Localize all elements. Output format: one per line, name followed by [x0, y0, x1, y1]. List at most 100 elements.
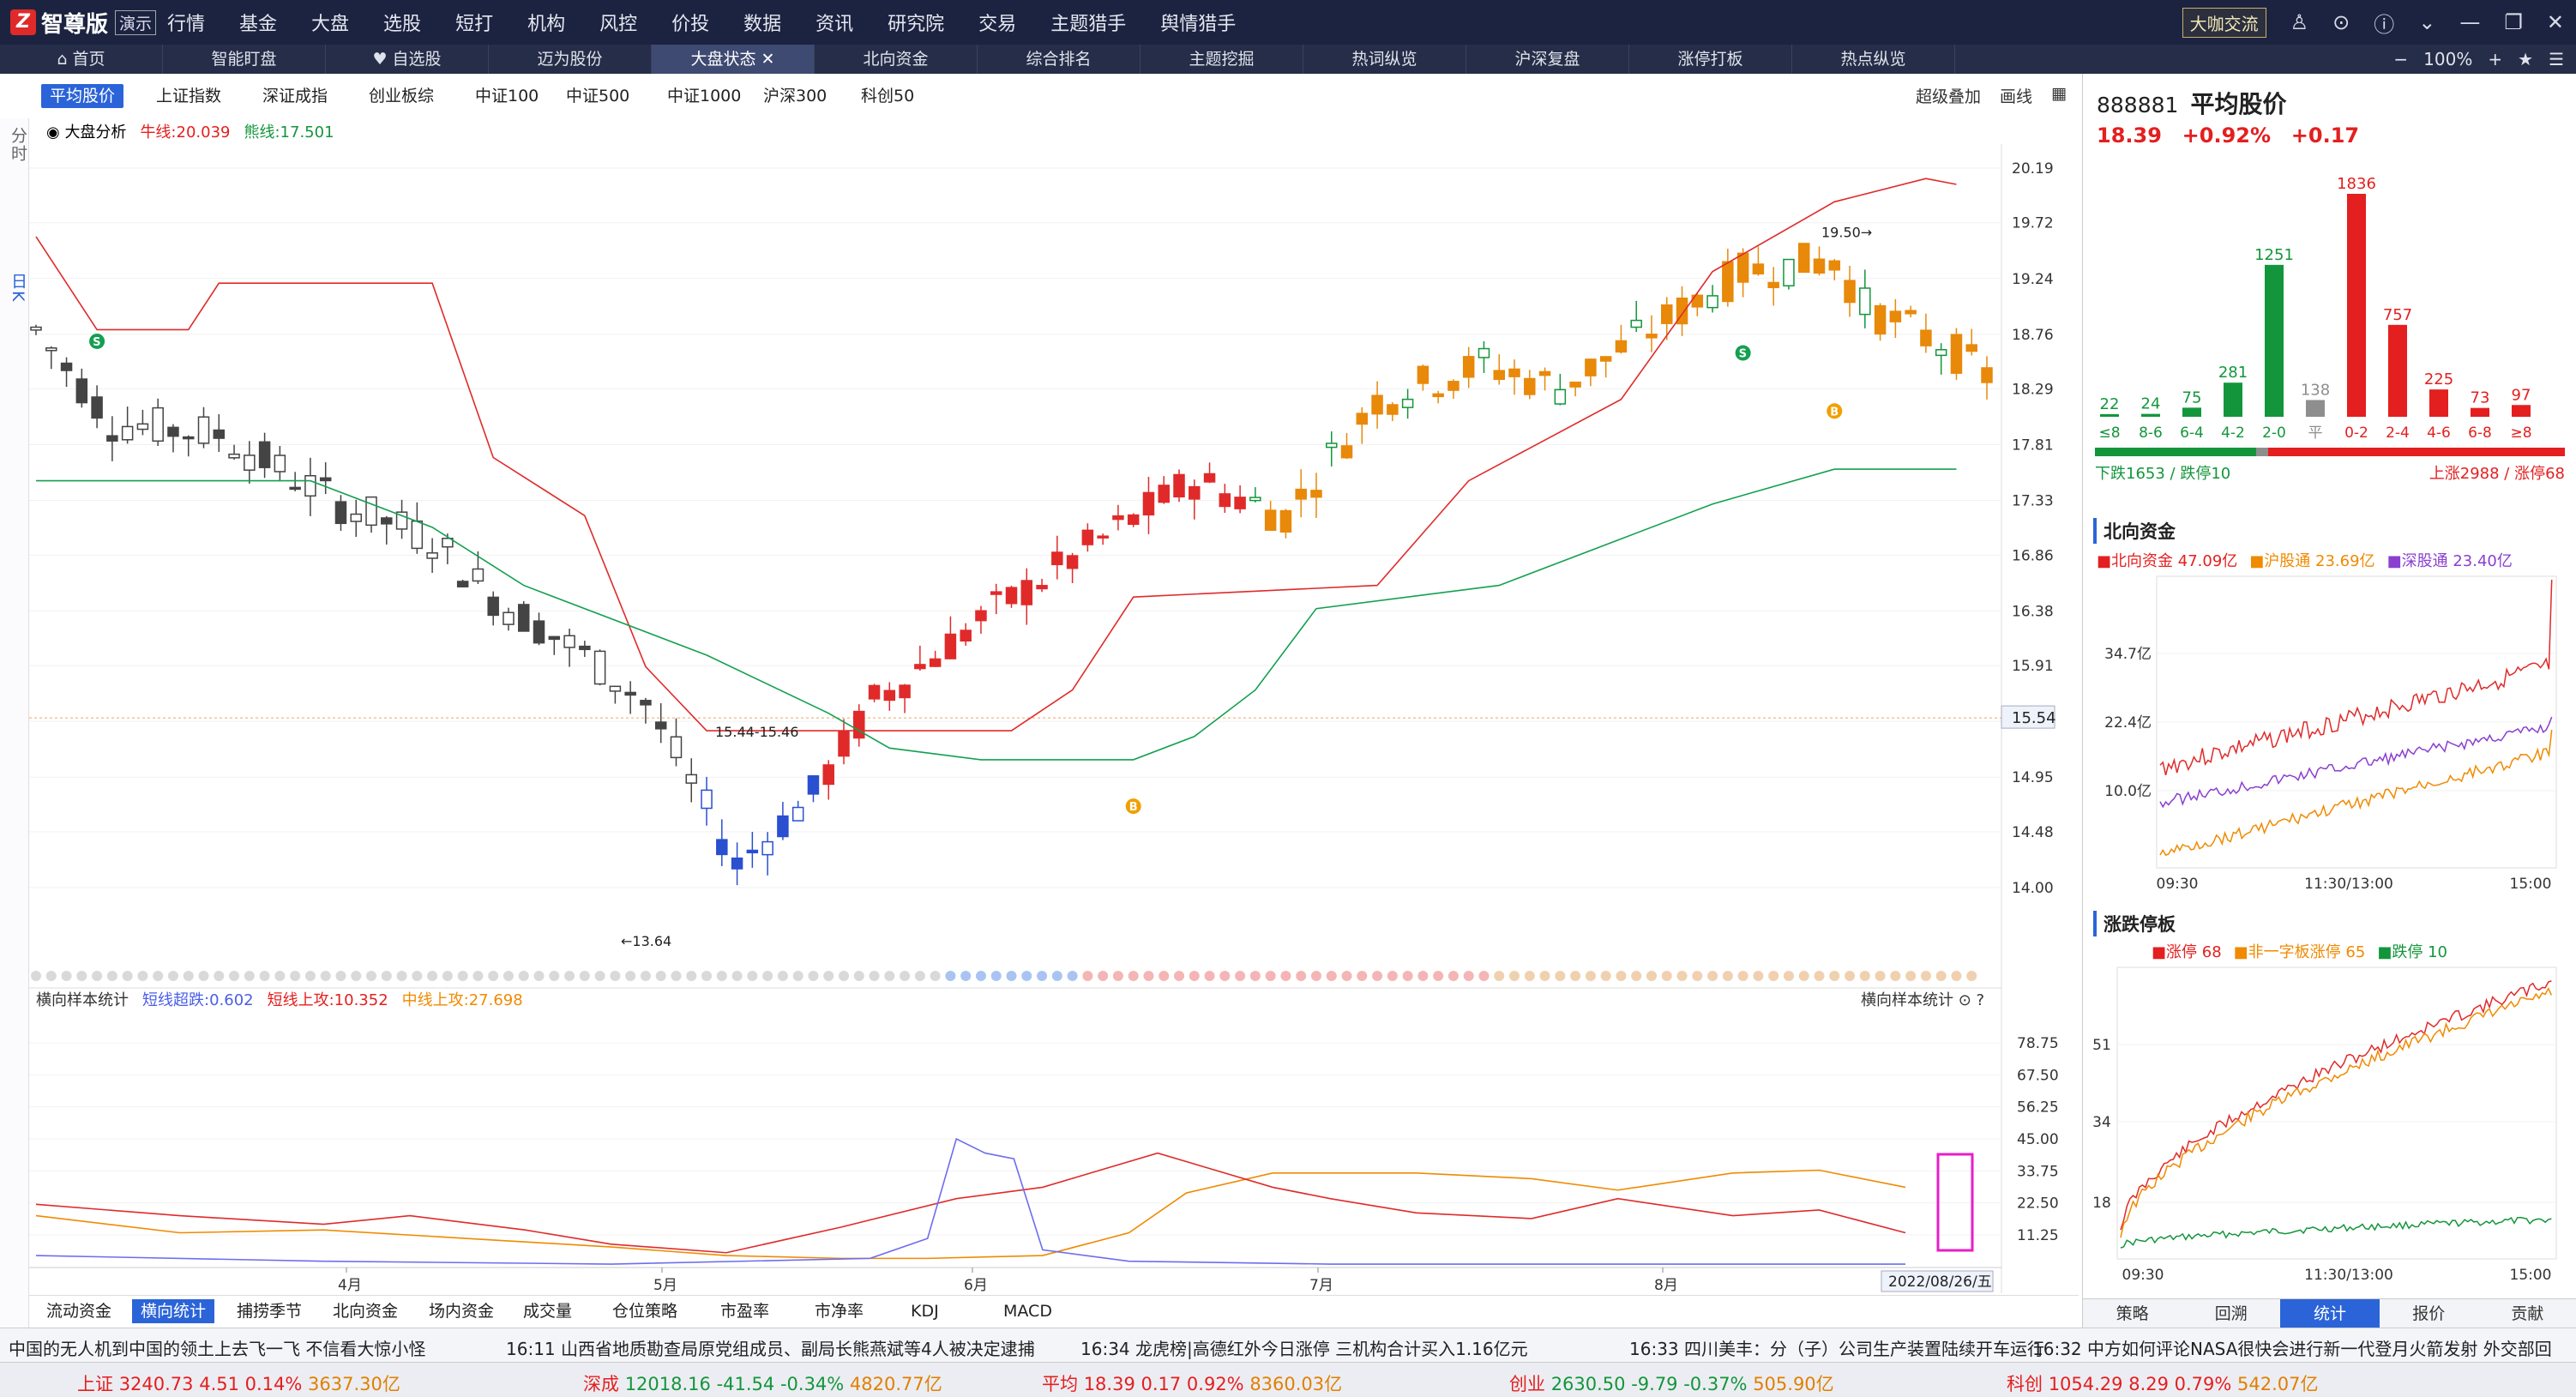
dist-label: 8-6	[2139, 425, 2163, 442]
user-icon[interactable]: ♙	[2290, 10, 2309, 34]
indicator-tab[interactable]: 捕捞季节	[228, 1299, 310, 1323]
tab-item[interactable]: 涨停打板	[1629, 45, 1792, 74]
status-dot	[1082, 971, 1093, 981]
news-item[interactable]: 16:33 四川美丰：分（子）公司生产装置陆续开车运行	[1629, 1335, 2044, 1360]
exchange-button[interactable]: 大咖交流	[2182, 7, 2266, 38]
index-tab[interactable]: 平均股价	[41, 84, 124, 108]
right-tab[interactable]: 回溯	[2182, 1299, 2280, 1328]
candle-body	[761, 840, 773, 856]
main-menu-item[interactable]: 机构	[527, 9, 565, 36]
tab-item[interactable]: 主题挖掘	[1141, 45, 1303, 74]
stock-name: 平均股价	[2190, 90, 2287, 118]
right-tab[interactable]: 策略	[2083, 1299, 2182, 1328]
info-icon[interactable]: ⓘ	[2374, 8, 2394, 38]
overlay-button[interactable]: 超级叠加	[1916, 84, 1981, 107]
main-menu-item[interactable]: 主题猎手	[1050, 9, 1126, 36]
main-menu-item[interactable]: 大盘	[311, 9, 349, 36]
indicator-tab[interactable]: 流动资金	[38, 1299, 120, 1323]
main-menu-item[interactable]: 行情	[167, 9, 205, 36]
collapse-icon[interactable]: ⌄	[2418, 10, 2435, 34]
indicator-tab[interactable]: 横向统计	[132, 1299, 215, 1323]
index-tab[interactable]: 中证500	[557, 84, 638, 108]
tab-item[interactable]: ♥ 自选股	[326, 45, 489, 74]
right-tab[interactable]: 报价	[2380, 1299, 2478, 1328]
index-tab[interactable]: 沪深300	[755, 84, 835, 108]
indicator-tab[interactable]: 市净率	[806, 1299, 872, 1323]
candle-body	[350, 513, 362, 522]
indicator-tab[interactable]: 成交量	[515, 1299, 581, 1323]
index-tab[interactable]: 科创50	[852, 84, 923, 108]
news-item[interactable]: 16:34 龙虎榜|高德红外今日涨停 三机构合计买入1.16亿元	[1080, 1335, 1528, 1360]
tab-item[interactable]: 大盘状态 ✕	[652, 45, 815, 74]
layout-icon[interactable]: ▦	[2051, 84, 2067, 107]
tab-item[interactable]: 智能盯盘	[163, 45, 326, 74]
news-item[interactable]: 中国的无人机到中国的领土上去飞一飞 不信看大惊小怪	[9, 1335, 425, 1360]
tab-item[interactable]: 热点纵览	[1792, 45, 1955, 74]
index-item[interactable]: 创业 2630.50 -9.79 -0.37% 505.90亿	[1509, 1370, 1834, 1396]
main-chart-legend: ◉ 大盘分析 牛线:20.039 熊线:17.501	[46, 120, 334, 142]
main-menu-item[interactable]: 舆情猎手	[1160, 9, 1236, 36]
indicator-tab[interactable]: 仓位策略	[604, 1299, 686, 1323]
status-dot	[975, 971, 986, 981]
menu-icon[interactable]: ☰	[2549, 45, 2564, 74]
candle-body	[167, 426, 179, 437]
limit-legend: ■涨停 68 ■非一字板涨停 65 ■跌停 10	[2152, 943, 2447, 961]
tab-item[interactable]: 北向资金	[815, 45, 978, 74]
indicator-tab[interactable]: KDJ	[902, 1299, 948, 1323]
status-dot	[167, 971, 178, 981]
tab-item[interactable]: 迈为股份	[489, 45, 652, 74]
index-tab[interactable]: 中证1000	[659, 84, 749, 108]
period-daily[interactable]: 日K	[7, 273, 30, 303]
index-tab[interactable]: 上证指数	[147, 84, 230, 108]
indicator-tab[interactable]: 北向资金	[324, 1299, 406, 1323]
news-item[interactable]: 16:11 山西省地质勘查局原党组成员、副局长熊燕斌等4人被决定逮捕	[506, 1335, 1035, 1360]
right-tab[interactable]: 统计	[2280, 1299, 2380, 1328]
tab-item[interactable]: 沪深复盘	[1466, 45, 1629, 74]
index-item[interactable]: 平均 18.39 0.17 0.92% 8360.03亿	[1042, 1370, 1342, 1396]
tab-item[interactable]: ⌂ 首页	[0, 45, 163, 74]
main-menu-item[interactable]: 研究院	[888, 9, 944, 36]
main-menu-item[interactable]: 风控	[599, 9, 637, 36]
target-icon[interactable]: ⊙	[2332, 10, 2350, 34]
news-item[interactable]: 16:32 中方如何评论NASA很快会进行新一代登月火箭发射 外交部回	[2032, 1335, 2552, 1360]
index-tab[interactable]: 中证100	[466, 84, 547, 108]
index-tab[interactable]: 创业板综	[360, 84, 442, 108]
zoom-level: 100%	[2423, 49, 2473, 69]
indicator-tab[interactable]: 市盈率	[712, 1299, 778, 1323]
index-item[interactable]: 上证 3240.73 4.51 0.14% 3637.30亿	[77, 1370, 400, 1396]
svg-text:18: 18	[2092, 1195, 2111, 1212]
index-tab[interactable]: 深证成指	[254, 84, 336, 108]
favorite-icon[interactable]: ★	[2518, 45, 2533, 74]
zoom-out-icon[interactable]: −	[2393, 45, 2408, 74]
index-item[interactable]: 科创 1054.29 8.29 0.79% 542.07亿	[2007, 1370, 2319, 1396]
close-icon[interactable]: ✕	[2547, 10, 2564, 34]
zoom-in-icon[interactable]: +	[2488, 45, 2502, 74]
index-amount: 4820.77亿	[849, 1374, 942, 1394]
tab-item[interactable]: 热词纵览	[1303, 45, 1466, 74]
main-menu-item[interactable]: 短打	[455, 9, 493, 36]
status-dot	[1037, 971, 1048, 981]
main-chart[interactable]: 20.19 19.72 19.24 18.76 18.29 17.81 17.33 16.86…	[29, 118, 2079, 1328]
main-menu-item[interactable]: 交易	[978, 9, 1016, 36]
draw-line-button[interactable]: 画线	[2000, 84, 2032, 107]
indicator-tab[interactable]: MACD	[995, 1299, 1061, 1323]
indicator-tab[interactable]: 场内资金	[420, 1299, 503, 1323]
analysis-dropdown[interactable]: ◉ 大盘分析	[46, 120, 126, 142]
index-item[interactable]: 深成 12018.16 -41.54 -0.34% 4820.77亿	[583, 1370, 942, 1396]
candle-body	[1783, 258, 1795, 286]
subbar-tools: 超级叠加 画线 ▦	[1916, 84, 2067, 107]
main-menu-item[interactable]: 资讯	[816, 9, 853, 36]
candle-body	[1264, 509, 1277, 531]
main-menu-item[interactable]: 基金	[239, 9, 277, 36]
period-intraday[interactable]: 分时	[7, 127, 30, 163]
main-menu-item[interactable]: 数据	[743, 9, 781, 36]
minimize-icon[interactable]: —	[2459, 10, 2480, 34]
right-tab[interactable]: 贡献	[2478, 1299, 2576, 1328]
status-dot	[214, 971, 225, 981]
status-dot	[137, 971, 148, 981]
maximize-icon[interactable]: ❐	[2504, 10, 2523, 34]
tab-item[interactable]: 综合排名	[978, 45, 1141, 74]
main-menu-item[interactable]: 选股	[383, 9, 421, 36]
status-dot	[1845, 971, 1856, 981]
main-menu-item[interactable]: 价投	[671, 9, 709, 36]
